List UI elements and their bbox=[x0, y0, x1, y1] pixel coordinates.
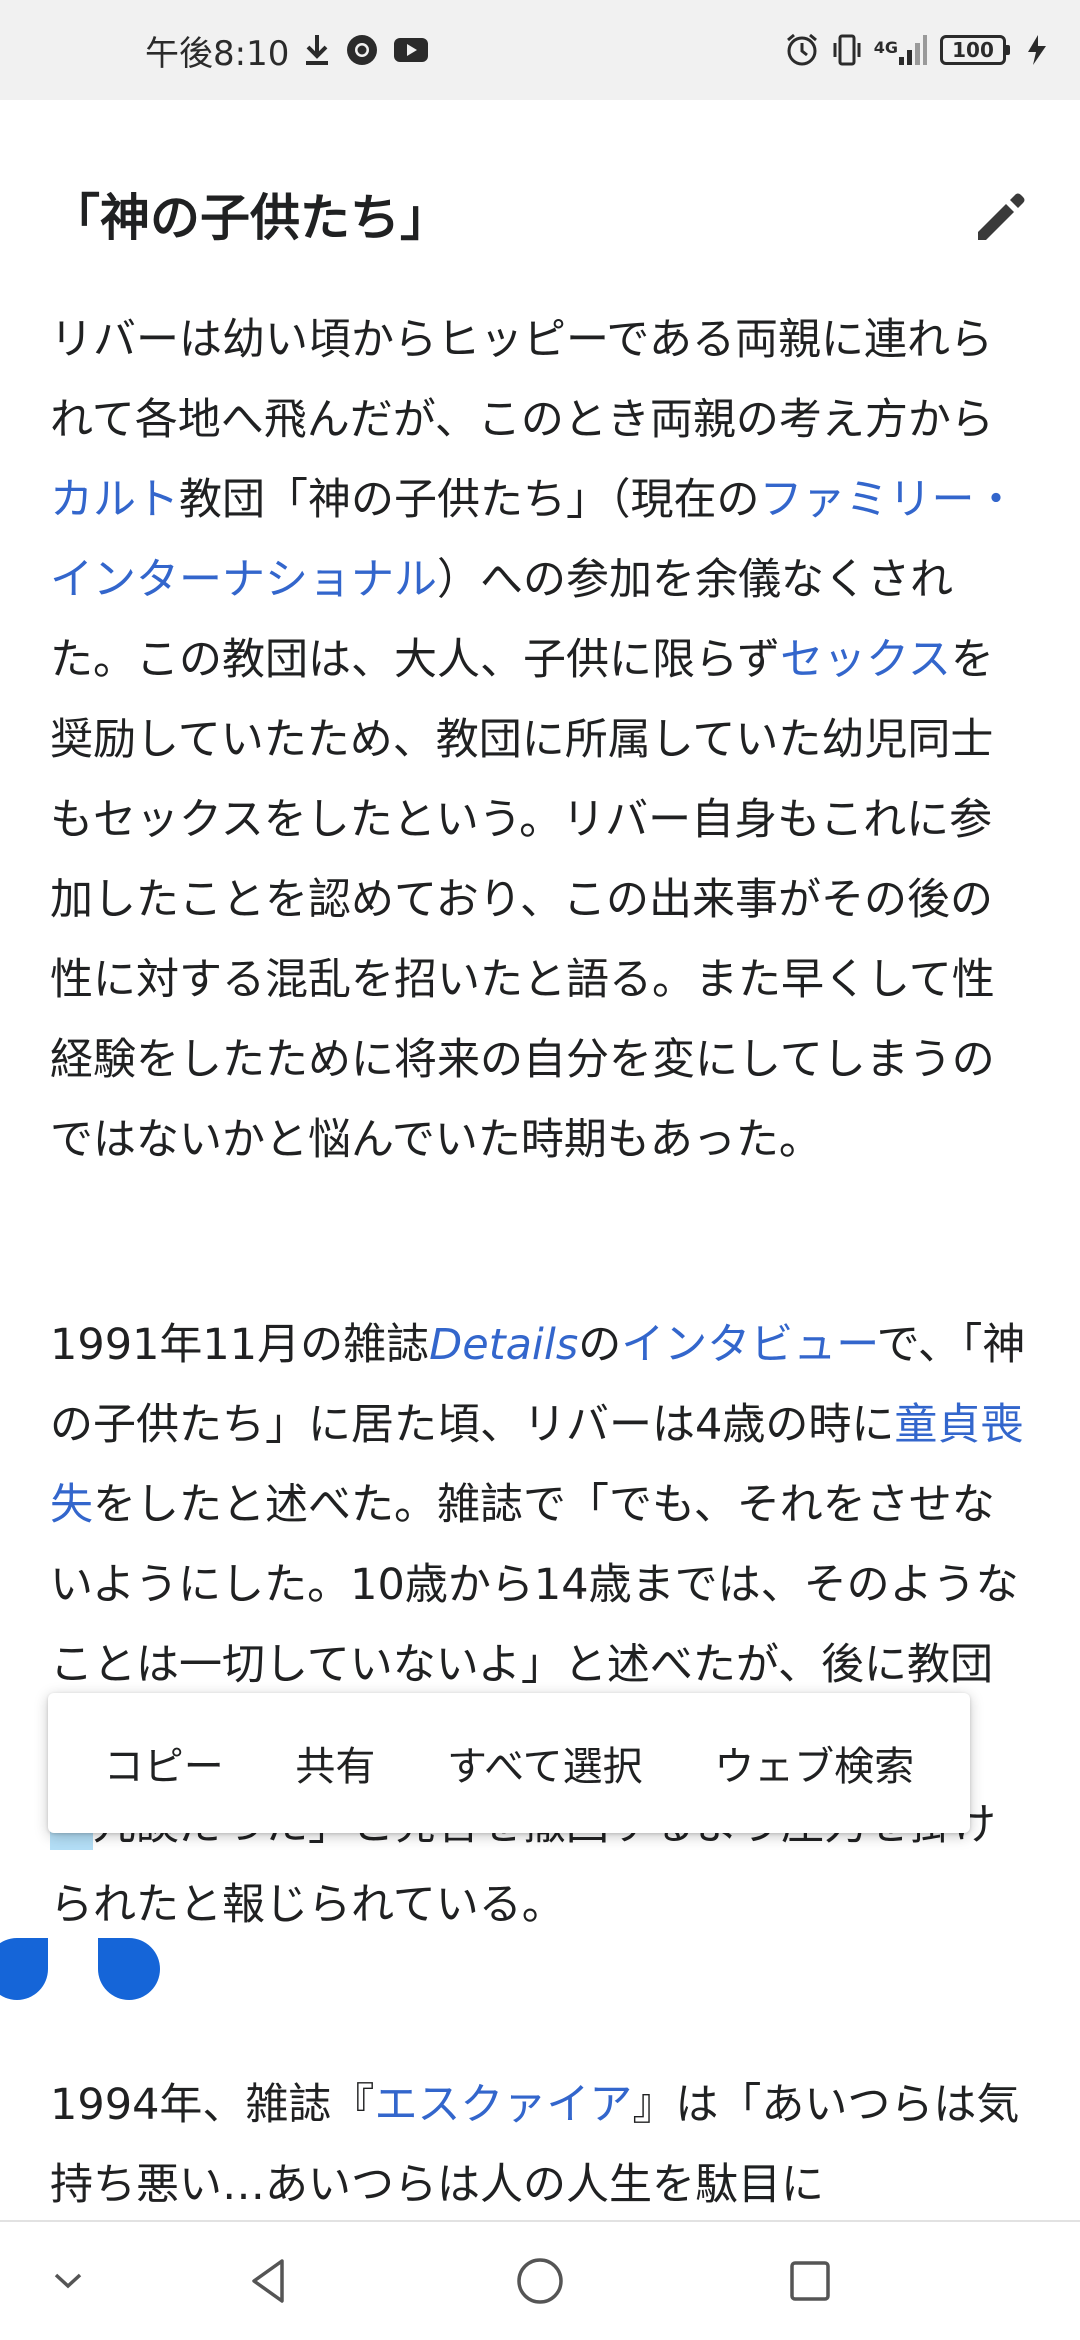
status-left: 午後8:10 bbox=[145, 26, 429, 74]
text-selection-menu: コピー 共有 すべて選択 ウェブ検索 bbox=[48, 1693, 970, 1833]
p3-text-1: 1994年、雑誌『 bbox=[50, 2080, 375, 2130]
menu-web-search[interactable]: ウェブ検索 bbox=[704, 1714, 924, 1812]
article-content[interactable]: 「神の子供たち」 リバーは幼い頃からヒッピーである両親に連れられて各地へ飛んだが… bbox=[0, 100, 1080, 2220]
recents-icon[interactable] bbox=[750, 2222, 870, 2340]
link-cult[interactable]: カルト bbox=[50, 475, 179, 525]
paragraph-3: 1994年、雑誌『エスクァイア』は「あいつらは気持ち悪い…あいつらは人の人生を駄… bbox=[50, 2065, 1030, 2220]
pencil-icon[interactable] bbox=[972, 188, 1030, 246]
p1-text-2: 教団「神の子供たち」（現在の bbox=[179, 475, 760, 525]
menu-select-all[interactable]: すべて選択 bbox=[437, 1714, 653, 1812]
navigation-bar bbox=[0, 2220, 1080, 2340]
p1-text-1: リバーは幼い頃からヒッピーである両親に連れられて各地へ飛んだが、このとき両親の考… bbox=[50, 315, 994, 445]
status-bar: 午後8:10 4G 100 bbox=[0, 0, 1080, 100]
menu-copy[interactable]: コピー bbox=[94, 1714, 234, 1812]
status-right: 4G 100 bbox=[784, 24, 1050, 76]
network-type: 4G bbox=[873, 38, 898, 57]
selection-handle-end[interactable] bbox=[98, 1938, 160, 2000]
collapse-icon[interactable] bbox=[8, 2222, 128, 2340]
status-time: 午後8:10 bbox=[145, 33, 290, 74]
paragraph-1: リバーは幼い頃からヒッピーである両親に連れられて各地へ飛んだが、このとき両親の考… bbox=[50, 300, 1030, 1180]
link-details[interactable]: Details bbox=[429, 1320, 578, 1370]
section-heading: 「神の子供たち」 bbox=[50, 189, 450, 247]
p2-text-2: の bbox=[578, 1320, 622, 1370]
alarm-icon bbox=[784, 32, 820, 68]
youtube-icon bbox=[393, 36, 429, 64]
signal-4g-icon: 4G bbox=[874, 33, 928, 67]
p2-text-1: 1991年11月の雑誌 bbox=[50, 1320, 430, 1370]
link-interview[interactable]: インタビュー bbox=[621, 1320, 876, 1370]
p1-text-4: を奨励していたため、教団に所属していた幼児同士もセックスをしたという。リバー自身… bbox=[50, 635, 995, 1165]
back-icon[interactable] bbox=[208, 2222, 328, 2340]
section-heading-row: 「神の子供たち」 bbox=[50, 178, 1030, 258]
charging-icon bbox=[1024, 33, 1050, 67]
home-icon[interactable] bbox=[480, 2222, 600, 2340]
vibrate-icon bbox=[832, 33, 862, 67]
paragraph-2: 1991年11月の雑誌Detailsのインタビューで、「神の子供たち」に居た頃、… bbox=[50, 1305, 1030, 1945]
chrome-icon bbox=[345, 33, 379, 67]
menu-share[interactable]: 共有 bbox=[285, 1714, 385, 1812]
download-icon bbox=[303, 33, 331, 67]
battery-icon: 100 bbox=[940, 35, 1010, 65]
link-esquire[interactable]: エスクァイア bbox=[374, 2080, 632, 2130]
link-sex[interactable]: セックス bbox=[780, 635, 951, 685]
